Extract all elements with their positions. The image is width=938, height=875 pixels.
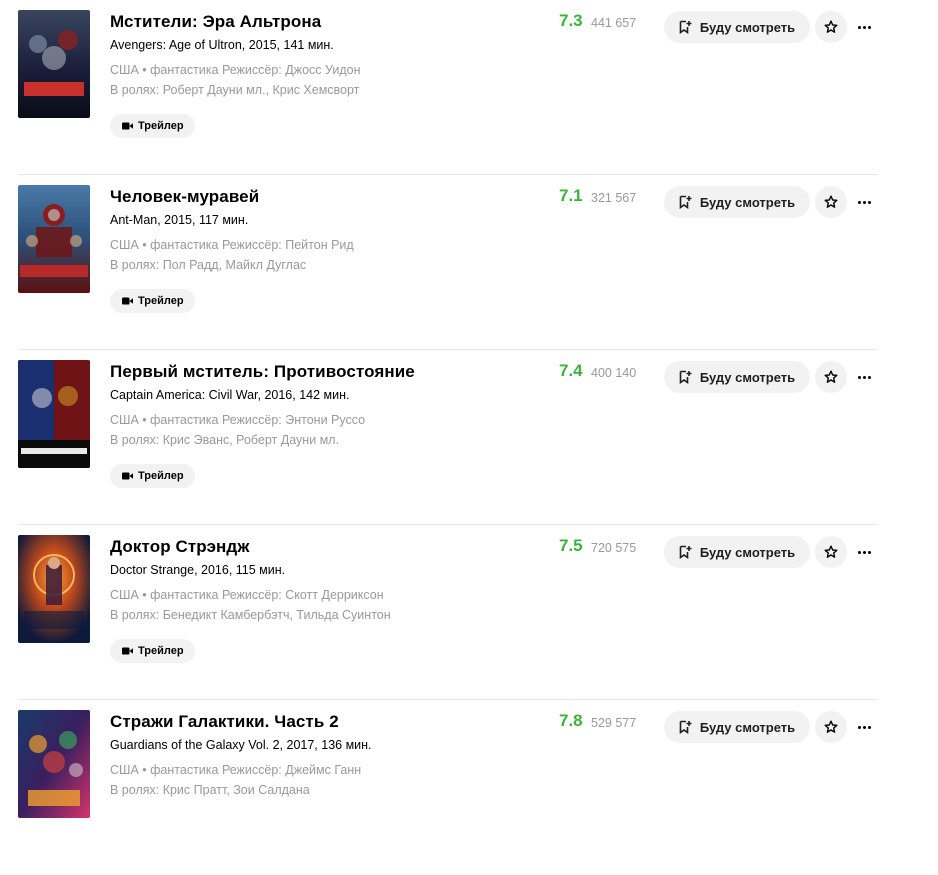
bookmark-plus-icon xyxy=(679,195,692,209)
film-item: Первый мститель: Противостояние Captain … xyxy=(18,350,878,525)
film-cast: В ролях: Бенедикт Камбербэтч, Тильда Суи… xyxy=(110,608,391,622)
film-votes: 720 575 xyxy=(591,541,637,555)
more-dot xyxy=(862,550,866,554)
video-camera-icon xyxy=(122,122,133,130)
film-item: Стражи Галактики. Часть 2 Guardians of t… xyxy=(18,700,878,875)
film-title[interactable]: Первый мститель: Противостояние xyxy=(110,362,415,382)
more-button[interactable] xyxy=(853,365,875,389)
more-dots-icon xyxy=(857,200,861,204)
film-votes: 321 567 xyxy=(591,191,637,205)
film-cast: В ролях: Пол Радд, Майкл Дуглас xyxy=(110,258,307,272)
more-dot xyxy=(867,375,871,379)
trailer-label: Трейлер xyxy=(138,645,184,657)
film-cast: В ролях: Крис Эванс, Роберт Дауни мл. xyxy=(110,433,340,447)
more-dot xyxy=(867,550,871,554)
film-poster[interactable] xyxy=(18,185,90,293)
watch-later-button[interactable]: Буду смотреть xyxy=(664,711,810,743)
watch-later-label: Буду смотреть xyxy=(699,369,796,385)
more-dot xyxy=(862,25,866,29)
film-original-title: Doctor Strange, 2016, 115 мин. xyxy=(110,563,286,577)
film-title[interactable]: Мстители: Эра Альтрона xyxy=(110,12,321,32)
favorite-button[interactable] xyxy=(815,11,847,43)
film-poster[interactable] xyxy=(18,360,90,468)
more-dot xyxy=(867,725,871,729)
more-dot xyxy=(862,375,866,379)
more-dots-icon xyxy=(857,725,861,729)
film-votes: 441 657 xyxy=(591,16,637,30)
film-item: Мстители: Эра Альтрона Avengers: Age of … xyxy=(18,0,878,175)
film-original-title: Avengers: Age of Ultron, 2015, 141 мин. xyxy=(110,38,334,52)
watch-later-button[interactable]: Буду смотреть xyxy=(664,11,810,43)
favorite-button[interactable] xyxy=(815,711,847,743)
watch-later-button[interactable]: Буду смотреть xyxy=(664,361,810,393)
trailer-button[interactable]: Трейлер xyxy=(110,639,195,663)
favorite-button[interactable] xyxy=(815,361,847,393)
film-meta: США • фантастика Режиссёр: Джеймс Ганн xyxy=(110,763,362,777)
star-icon xyxy=(824,370,838,383)
favorite-button[interactable] xyxy=(815,536,847,568)
more-button[interactable] xyxy=(853,15,875,39)
star-icon xyxy=(824,545,838,558)
film-votes: 400 140 xyxy=(591,366,637,380)
film-meta: США • фантастика Режиссёр: Скотт Деррикс… xyxy=(110,588,384,602)
more-dot xyxy=(867,25,871,29)
film-meta: США • фантастика Режиссёр: Пейтон Рид xyxy=(110,238,354,252)
film-original-title: Guardians of the Galaxy Vol. 2, 2017, 13… xyxy=(110,738,372,752)
video-camera-icon xyxy=(122,297,133,305)
more-button[interactable] xyxy=(853,190,875,214)
watch-later-label: Буду смотреть xyxy=(699,194,796,210)
film-rating: 7.3 xyxy=(559,11,583,30)
film-votes: 529 577 xyxy=(591,716,637,730)
film-rating: 7.5 xyxy=(559,536,583,555)
film-original-title: Ant-Man, 2015, 117 мин. xyxy=(110,213,249,227)
film-rating: 7.4 xyxy=(559,361,583,380)
star-icon xyxy=(824,195,838,208)
film-poster[interactable] xyxy=(18,710,90,818)
watch-later-button[interactable]: Буду смотреть xyxy=(664,186,810,218)
trailer-label: Трейлер xyxy=(138,120,184,132)
star-icon xyxy=(824,20,838,33)
film-original-title: Captain America: Civil War, 2016, 142 ми… xyxy=(110,388,350,402)
film-meta: США • фантастика Режиссёр: Энтони Руссо xyxy=(110,413,366,427)
film-poster[interactable] xyxy=(18,10,90,118)
more-dots-icon xyxy=(857,25,861,29)
more-dot xyxy=(867,200,871,204)
bookmark-plus-icon xyxy=(679,370,692,384)
trailer-label: Трейлер xyxy=(138,295,184,307)
watch-later-label: Буду смотреть xyxy=(699,544,796,560)
trailer-label: Трейлер xyxy=(138,470,184,482)
film-rating: 7.8 xyxy=(559,711,583,730)
trailer-button[interactable]: Трейлер xyxy=(110,289,195,313)
watch-later-label: Буду смотреть xyxy=(699,19,796,35)
favorite-button[interactable] xyxy=(815,186,847,218)
film-rating: 7.1 xyxy=(559,186,583,205)
film-poster[interactable] xyxy=(18,535,90,643)
film-title[interactable]: Доктор Стрэндж xyxy=(110,537,249,557)
more-dots-icon xyxy=(857,375,861,379)
more-button[interactable] xyxy=(853,715,875,739)
bookmark-plus-icon xyxy=(679,545,692,559)
bookmark-plus-icon xyxy=(679,20,692,34)
film-title[interactable]: Человек-муравей xyxy=(110,187,259,207)
film-title[interactable]: Стражи Галактики. Часть 2 xyxy=(110,712,339,732)
more-button[interactable] xyxy=(853,540,875,564)
watch-later-button[interactable]: Буду смотреть xyxy=(664,536,810,568)
video-camera-icon xyxy=(122,472,133,480)
bookmark-plus-icon xyxy=(679,720,692,734)
trailer-button[interactable]: Трейлер xyxy=(110,114,195,138)
more-dots-icon xyxy=(857,550,861,554)
more-dot xyxy=(862,725,866,729)
film-meta: США • фантастика Режиссёр: Джосс Уидон xyxy=(110,63,361,77)
trailer-button[interactable]: Трейлер xyxy=(110,464,195,488)
film-item: Доктор Стрэндж Doctor Strange, 2016, 115… xyxy=(18,525,878,700)
film-item: Человек-муравей Ant-Man, 2015, 117 мин. … xyxy=(18,175,878,350)
more-dot xyxy=(862,200,866,204)
film-cast: В ролях: Крис Пратт, Зои Салдана xyxy=(110,783,310,797)
watch-later-label: Буду смотреть xyxy=(699,719,796,735)
film-cast: В ролях: Роберт Дауни мл., Крис Хемсворт xyxy=(110,83,360,97)
star-icon xyxy=(824,720,838,733)
video-camera-icon xyxy=(122,647,133,655)
